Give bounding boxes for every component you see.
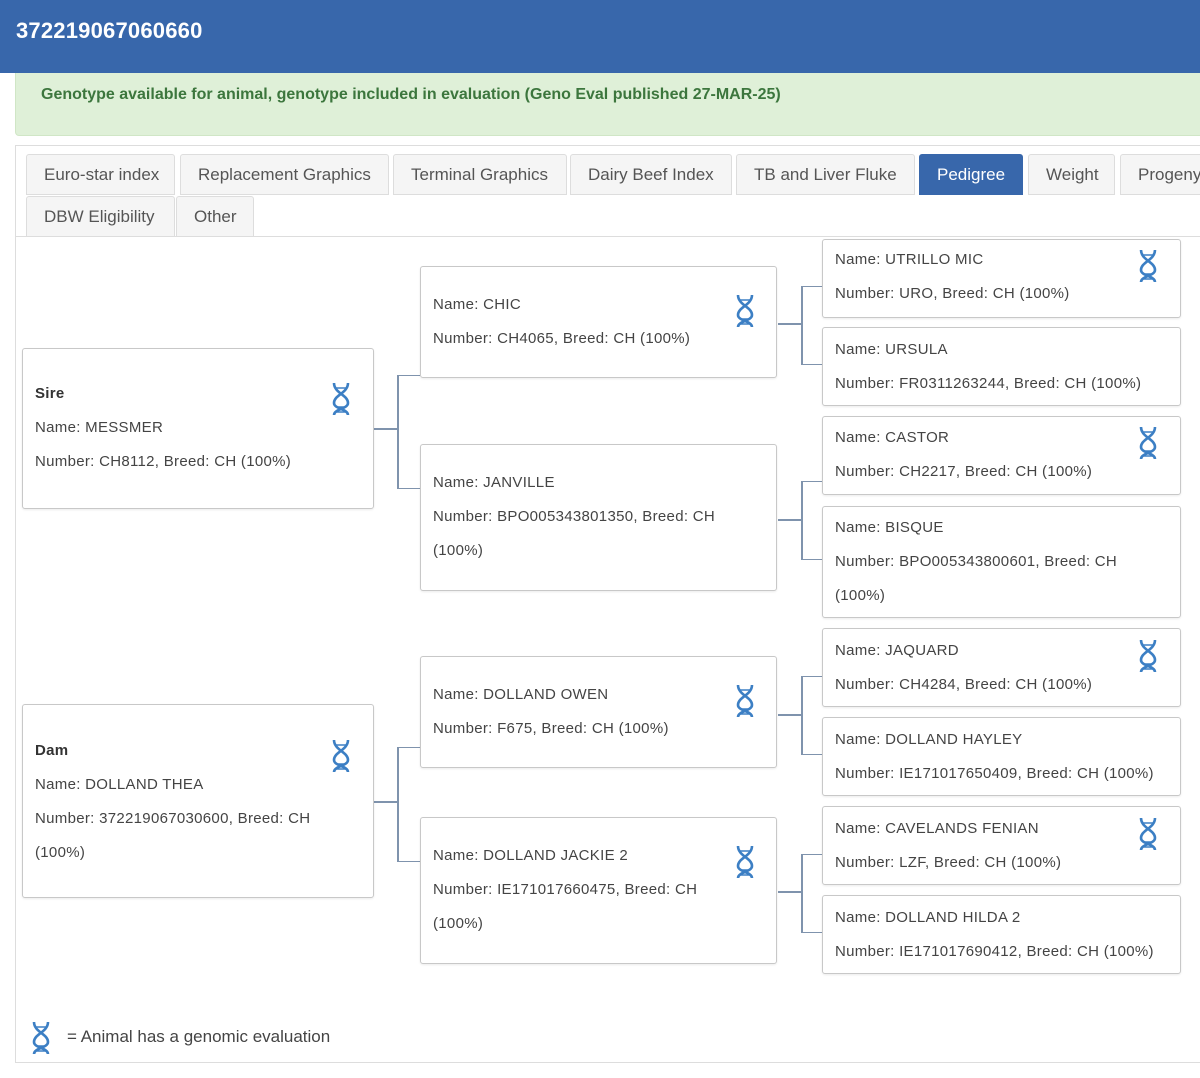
dam-dam-number-cont: (100%) <box>433 915 484 932</box>
page-header: 372219067060660 <box>0 0 1200 73</box>
tab-euro-star-index[interactable]: Euro-star index <box>26 154 175 195</box>
gg4-number-cont: (100%) <box>835 587 886 604</box>
gg3-number: Number: CH2217, Breed: CH (100%) <box>835 463 1093 480</box>
dam-dam-name: Name: DOLLAND JACKIE 2 <box>433 847 628 864</box>
gg8-number: Number: IE171017690412, Breed: CH (100%) <box>835 943 1154 960</box>
gg7-number: Number: LZF, Breed: CH (100%) <box>835 854 1062 871</box>
gg6-number: Number: IE171017650409, Breed: CH (100%) <box>835 765 1154 782</box>
dna-icon <box>1139 639 1157 673</box>
dam-dam-number: Number: IE171017660475, Breed: CH <box>433 881 698 898</box>
connector <box>778 323 802 325</box>
great-grandparent-card-7[interactable]: Name: CAVELANDS FENIAN Number: LZF, Bree… <box>822 806 1181 885</box>
connector <box>778 891 802 893</box>
dna-icon <box>736 684 754 718</box>
dna-icon <box>736 294 754 328</box>
dna-icon <box>32 1021 50 1055</box>
dam-sire-number: Number: F675, Breed: CH (100%) <box>433 720 669 737</box>
sire-role-label: Sire <box>35 385 65 402</box>
dna-icon <box>332 739 350 773</box>
sire-sire-name: Name: CHIC <box>433 296 522 313</box>
gg8-name: Name: DOLLAND HILDA 2 <box>835 909 1021 926</box>
dam-number: Number: 372219067030600, Breed: CH <box>35 810 311 827</box>
great-grandparent-card-6[interactable]: Name: DOLLAND HAYLEY Number: IE171017650… <box>822 717 1181 796</box>
dam-name: Name: DOLLAND THEA <box>35 776 204 793</box>
connector <box>801 364 822 365</box>
connector <box>397 375 399 489</box>
dam-number-cont: (100%) <box>35 844 86 861</box>
gg3-name: Name: CASTOR <box>835 429 950 446</box>
sire-dam-name: Name: JANVILLE <box>433 474 555 491</box>
legend-text: = Animal has a genomic evaluation <box>67 1027 331 1046</box>
connector <box>801 754 822 755</box>
sire-sire-number: Number: CH4065, Breed: CH (100%) <box>433 330 691 347</box>
connector <box>801 932 822 933</box>
sire-dam-number: Number: BPO005343801350, Breed: CH <box>433 508 716 525</box>
connector <box>801 854 803 933</box>
great-grandparent-card-8[interactable]: Name: DOLLAND HILDA 2 Number: IE17101769… <box>822 895 1181 974</box>
tab-dairy-beef-index[interactable]: Dairy Beef Index <box>570 154 732 195</box>
connector <box>397 488 420 489</box>
tab-divider <box>16 236 1200 237</box>
sire-dam-number-cont: (100%) <box>433 542 484 559</box>
connector <box>397 375 420 376</box>
connector <box>801 854 822 855</box>
connector <box>374 428 398 430</box>
connector <box>374 801 398 803</box>
gg5-number: Number: CH4284, Breed: CH (100%) <box>835 676 1093 693</box>
tab-progeny[interactable]: Progeny <box>1120 154 1200 195</box>
tab-weight[interactable]: Weight <box>1028 154 1115 195</box>
dna-icon <box>1139 817 1157 851</box>
gg5-name: Name: JAQUARD <box>835 642 959 659</box>
great-grandparent-card-2[interactable]: Name: URSULA Number: FR0311263244, Breed… <box>822 327 1181 406</box>
great-grandparent-card-5[interactable]: Name: JAQUARD Number: CH4284, Breed: CH … <box>822 628 1181 707</box>
dam-dam-card[interactable]: Name: DOLLAND JACKIE 2 Number: IE1710176… <box>420 817 777 964</box>
great-grandparent-card-4[interactable]: Name: BISQUE Number: BPO005343800601, Br… <box>822 506 1181 618</box>
connector <box>801 286 822 287</box>
tab-terminal-graphics[interactable]: Terminal Graphics <box>393 154 567 195</box>
connector <box>801 676 822 677</box>
connector <box>397 861 420 862</box>
tab-replacement-graphics[interactable]: Replacement Graphics <box>180 154 389 195</box>
connector <box>397 747 399 862</box>
connector <box>778 714 802 716</box>
animal-id-title: 372219067060660 <box>16 18 203 43</box>
sire-dam-card[interactable]: Name: JANVILLE Number: BPO005343801350, … <box>420 444 777 591</box>
dna-icon <box>1139 249 1157 283</box>
gg1-name: Name: UTRILLO MIC <box>835 251 984 268</box>
connector <box>801 481 822 482</box>
connector <box>778 519 802 521</box>
sire-card[interactable]: Sire Name: MESSMER Number: CH8112, Breed… <box>22 348 374 509</box>
connector <box>801 286 803 365</box>
gg2-name: Name: URSULA <box>835 341 948 358</box>
gg4-name: Name: BISQUE <box>835 519 944 536</box>
dna-icon <box>332 382 350 416</box>
genotype-alert-message: Genotype available for animal, genotype … <box>41 86 781 103</box>
connector <box>801 481 803 560</box>
gg1-number: Number: URO, Breed: CH (100%) <box>835 285 1070 302</box>
sire-number: Number: CH8112, Breed: CH (100%) <box>35 453 292 470</box>
tab-tb-and-liver-fluke[interactable]: TB and Liver Fluke <box>736 154 915 195</box>
gg4-number: Number: BPO005343800601, Breed: CH <box>835 553 1118 570</box>
tab-pedigree[interactable]: Pedigree <box>919 154 1023 195</box>
tab-other[interactable]: Other <box>176 196 254 237</box>
connector <box>397 747 420 748</box>
tab-dbw-eligibility[interactable]: DBW Eligibility <box>26 196 175 237</box>
dam-sire-card[interactable]: Name: DOLLAND OWEN Number: F675, Breed: … <box>420 656 777 768</box>
gg7-name: Name: CAVELANDS FENIAN <box>835 820 1039 837</box>
dam-card[interactable]: Dam Name: DOLLAND THEA Number: 372219067… <box>22 704 374 898</box>
dam-role-label: Dam <box>35 742 69 759</box>
connector <box>801 676 803 755</box>
dam-sire-name: Name: DOLLAND OWEN <box>433 686 609 703</box>
great-grandparent-card-1[interactable]: Name: UTRILLO MIC Number: URO, Breed: CH… <box>822 239 1181 318</box>
gg6-name: Name: DOLLAND HAYLEY <box>835 731 1023 748</box>
dna-icon <box>1139 426 1157 460</box>
genotype-alert: Genotype available for animal, genotype … <box>15 73 1200 136</box>
sire-sire-card[interactable]: Name: CHIC Number: CH4065, Breed: CH (10… <box>420 266 777 378</box>
connector <box>801 559 822 560</box>
dna-icon <box>736 845 754 879</box>
great-grandparent-card-3[interactable]: Name: CASTOR Number: CH2217, Breed: CH (… <box>822 416 1181 495</box>
sire-name: Name: MESSMER <box>35 419 164 436</box>
gg2-number: Number: FR0311263244, Breed: CH (100%) <box>835 375 1142 392</box>
